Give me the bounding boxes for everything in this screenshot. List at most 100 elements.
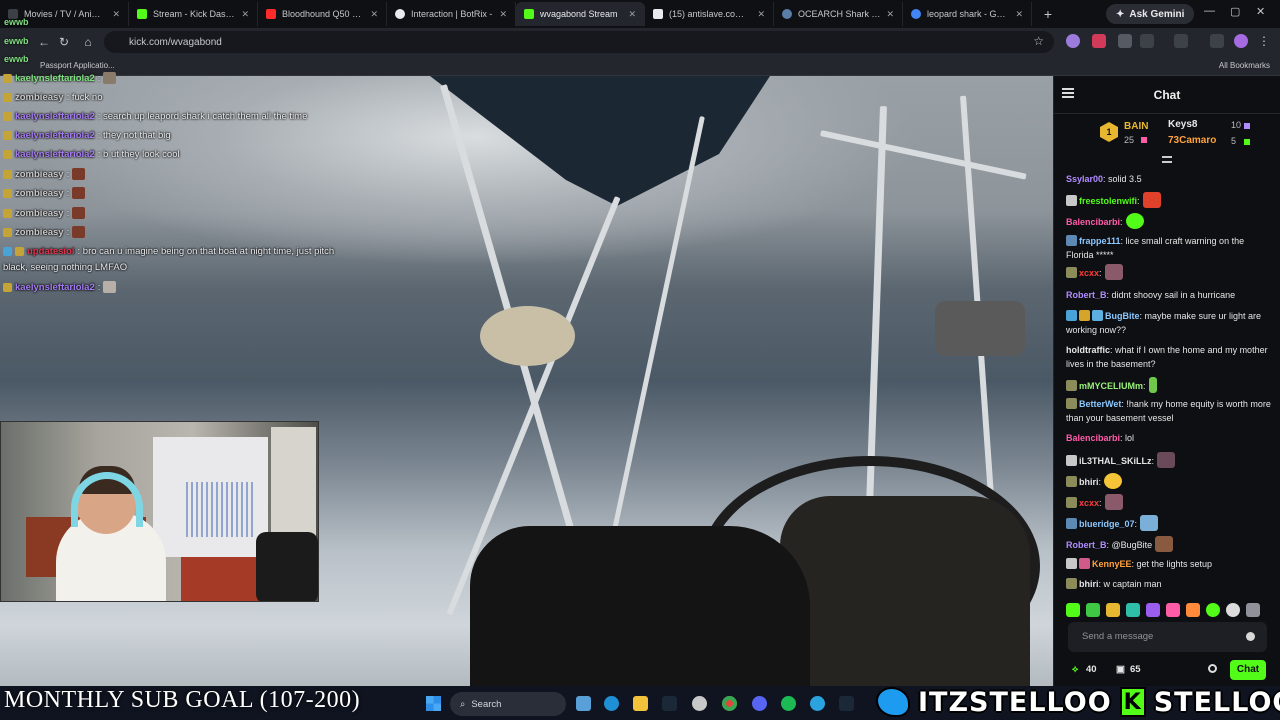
close-tab-icon[interactable]: ✕ bbox=[1015, 9, 1023, 20]
chat-username[interactable]: xcxx bbox=[1079, 268, 1099, 278]
widgets-icon[interactable] bbox=[576, 696, 591, 711]
collapse-chat-icon[interactable] bbox=[1062, 88, 1074, 98]
tab-ocearch[interactable]: OCEARCH Shark Track... ✕ bbox=[774, 2, 903, 26]
tab-botrix[interactable]: Interaction | BotRix - ✕ bbox=[387, 2, 516, 26]
gift-icon[interactable]: ▣ bbox=[1116, 664, 1125, 675]
discord-icon[interactable] bbox=[752, 696, 767, 711]
points-icon[interactable]: ⟡ bbox=[1072, 664, 1078, 675]
emote-icon[interactable] bbox=[1206, 603, 1220, 617]
chat-username[interactable]: holdtraffic bbox=[1066, 345, 1110, 355]
emote-icon[interactable] bbox=[1166, 603, 1180, 617]
reading-list-icon[interactable] bbox=[1210, 34, 1224, 48]
chat-username[interactable]: Robert_B bbox=[1066, 540, 1107, 550]
chat-username[interactable]: xcxx bbox=[1079, 498, 1099, 508]
telegram-icon[interactable] bbox=[810, 696, 825, 711]
obs-icon[interactable] bbox=[692, 696, 707, 711]
profile-avatar[interactable] bbox=[1234, 34, 1248, 48]
maximize-icon[interactable]: ▢ bbox=[1230, 5, 1240, 18]
menu-kebab-icon[interactable]: ⋮ bbox=[1258, 34, 1272, 48]
close-tab-icon[interactable]: ✕ bbox=[112, 9, 120, 20]
reload-icon[interactable]: ↻ bbox=[54, 35, 74, 49]
overlay-chat-line: zombieasy : bbox=[3, 168, 86, 180]
chat-username[interactable]: Robert_B bbox=[1066, 290, 1107, 300]
new-tab-button[interactable]: + bbox=[1038, 6, 1058, 22]
quick-emote-bar bbox=[1066, 598, 1271, 622]
extension-icon[interactable] bbox=[1092, 34, 1106, 48]
chat-username[interactable]: blueridge_07 bbox=[1079, 519, 1135, 529]
tab-google[interactable]: leopard shark - Googl... ✕ bbox=[903, 2, 1032, 26]
leader-third-name[interactable]: 73Camaro bbox=[1168, 135, 1216, 146]
extension-icon[interactable] bbox=[1118, 34, 1132, 48]
bookmark-star-icon[interactable]: ☆ bbox=[1033, 34, 1044, 48]
emote-icon[interactable] bbox=[1146, 603, 1160, 617]
close-tab-icon[interactable]: ✕ bbox=[499, 9, 507, 20]
address-bar[interactable]: kick.com/wvagabond ☆ bbox=[104, 31, 1054, 53]
close-window-icon[interactable]: ✕ bbox=[1256, 5, 1265, 18]
file-explorer-icon[interactable] bbox=[633, 696, 648, 711]
chat-username[interactable]: bhiri bbox=[1079, 477, 1099, 487]
cast-icon[interactable] bbox=[1174, 34, 1188, 48]
emote-icon[interactable] bbox=[1126, 603, 1140, 617]
chat-username[interactable]: frappe111 bbox=[1079, 236, 1121, 246]
emote-icon[interactable] bbox=[1246, 603, 1260, 617]
bookmark-passport[interactable]: Passport Applicatio... bbox=[40, 61, 115, 70]
spotify-icon[interactable] bbox=[781, 696, 796, 711]
tab-youtube[interactable]: Bloodhound Q50 x Vor... ✕ bbox=[258, 2, 387, 26]
emote-icon[interactable] bbox=[1066, 603, 1080, 617]
close-tab-icon[interactable]: ✕ bbox=[241, 9, 249, 20]
edge-icon[interactable] bbox=[604, 696, 619, 711]
leader-second-name[interactable]: Keys8 bbox=[1168, 119, 1197, 130]
extensions-puzzle-icon[interactable] bbox=[1140, 34, 1154, 48]
all-bookmarks[interactable]: All Bookmarks bbox=[1219, 61, 1270, 70]
home-icon[interactable]: ⌂ bbox=[78, 35, 98, 49]
chat-input[interactable]: Send a message bbox=[1068, 622, 1267, 652]
chat-username[interactable]: mMYCELIUMm bbox=[1079, 381, 1143, 391]
send-chat-button[interactable]: Chat bbox=[1230, 660, 1266, 680]
close-tab-icon[interactable]: ✕ bbox=[628, 9, 636, 20]
tab-x[interactable]: (15) antislave.com us ✕ bbox=[645, 2, 774, 26]
gear-icon[interactable] bbox=[1208, 664, 1217, 673]
emote-icon[interactable] bbox=[1106, 603, 1120, 617]
expand-leaderboard-icon[interactable] bbox=[1162, 156, 1172, 163]
close-tab-icon[interactable]: ✕ bbox=[370, 9, 378, 20]
steam-icon[interactable] bbox=[662, 696, 677, 711]
webcam-feed bbox=[0, 421, 319, 602]
overlay-tag: ewwb bbox=[4, 36, 29, 46]
bookmarks-bar: Passport Applicatio... All Bookmarks bbox=[0, 56, 1280, 76]
close-tab-icon[interactable]: ✕ bbox=[757, 9, 765, 20]
back-icon[interactable]: ← bbox=[34, 35, 54, 49]
chat-message: freestolenwifi: bbox=[1066, 192, 1274, 208]
chat-username[interactable]: Balencibarbi bbox=[1066, 433, 1120, 443]
emoji-picker-icon[interactable] bbox=[1246, 632, 1255, 641]
chat-username[interactable]: Ssylar00 bbox=[1066, 174, 1103, 184]
chat-username[interactable]: KennyEE bbox=[1092, 559, 1132, 569]
overlay-message: : they not that big bbox=[97, 130, 171, 141]
tab-wvagabond-stream[interactable]: wvagabond Stream ✕ bbox=[516, 2, 645, 26]
chat-username[interactable]: freestolenwifi bbox=[1079, 196, 1137, 206]
chat-message: xcxx: bbox=[1066, 494, 1274, 510]
chat-message: bhiri: bbox=[1066, 473, 1274, 489]
chat-username[interactable]: Balencibarbi bbox=[1066, 217, 1120, 227]
emote-icon[interactable] bbox=[1226, 603, 1240, 617]
emote-icon[interactable] bbox=[1186, 603, 1200, 617]
chat-username[interactable]: BugBite bbox=[1105, 311, 1140, 321]
gift-count: 65 bbox=[1130, 664, 1141, 675]
minimize-icon[interactable]: — bbox=[1204, 5, 1215, 17]
overlay-chat-line: kaelynsleftariola2 : bbox=[3, 281, 117, 293]
steam-icon[interactable] bbox=[839, 696, 854, 711]
chat-username[interactable]: bhiri bbox=[1079, 579, 1099, 589]
chrome-icon[interactable] bbox=[722, 696, 737, 711]
leader-first-name[interactable]: BAIN bbox=[1124, 121, 1148, 132]
extension-icon[interactable] bbox=[1066, 34, 1080, 48]
sub-badge-icon bbox=[3, 112, 12, 121]
chat-username[interactable]: iL3THAL_SKiLLz bbox=[1079, 456, 1152, 466]
ask-gemini-button[interactable]: ✦ Ask Gemini bbox=[1106, 4, 1195, 24]
emote-icon[interactable] bbox=[1086, 603, 1100, 617]
taskbar-search[interactable]: ⌕ Search bbox=[450, 692, 566, 716]
tab-kick-dashboard[interactable]: Stream - Kick Dashbo... ✕ bbox=[129, 2, 258, 26]
chat-message: BetterWet: !hank my home equity is worth… bbox=[1066, 397, 1274, 425]
chat-username[interactable]: BetterWet bbox=[1079, 399, 1121, 409]
chat-message: frappe111: lice small craft warning on t… bbox=[1066, 234, 1274, 262]
close-tab-icon[interactable]: ✕ bbox=[886, 9, 894, 20]
windows-start-icon[interactable] bbox=[426, 696, 441, 711]
